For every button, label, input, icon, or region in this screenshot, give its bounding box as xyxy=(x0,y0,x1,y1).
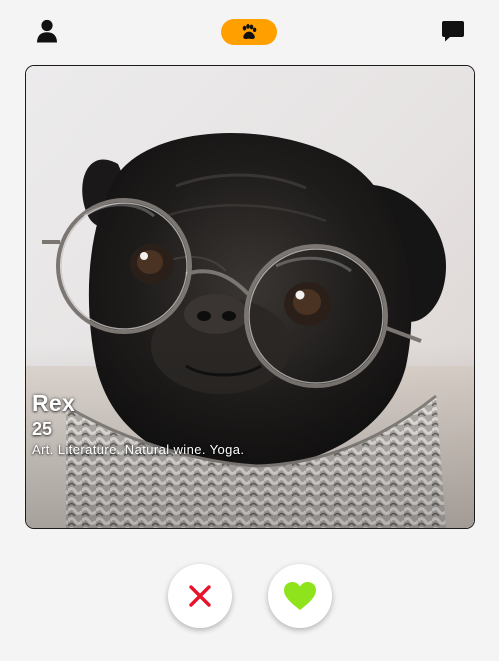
profile-age: 25 xyxy=(32,419,53,439)
heart-icon xyxy=(284,582,316,610)
chat-bubble-icon xyxy=(442,21,464,42)
nope-button[interactable] xyxy=(168,564,232,628)
profile-name: Rex xyxy=(32,390,76,416)
close-icon xyxy=(189,585,211,607)
profile-button[interactable] xyxy=(34,18,60,44)
profile-info: Rex 25 Art. Literature. Natural wine. Yo… xyxy=(32,388,244,459)
paw-icon xyxy=(242,24,257,39)
app: Rex 25 Art. Literature. Natural wine. Yo… xyxy=(0,0,499,661)
like-button[interactable] xyxy=(268,564,332,628)
person-icon xyxy=(37,19,57,43)
profile-bio: Art. Literature. Natural wine. Yoga. xyxy=(32,442,245,457)
messages-button[interactable] xyxy=(440,18,466,44)
home-paw-button[interactable] xyxy=(221,19,277,45)
top-nav xyxy=(0,0,499,64)
profile-card[interactable]: Rex 25 Art. Literature. Natural wine. Yo… xyxy=(25,65,475,529)
